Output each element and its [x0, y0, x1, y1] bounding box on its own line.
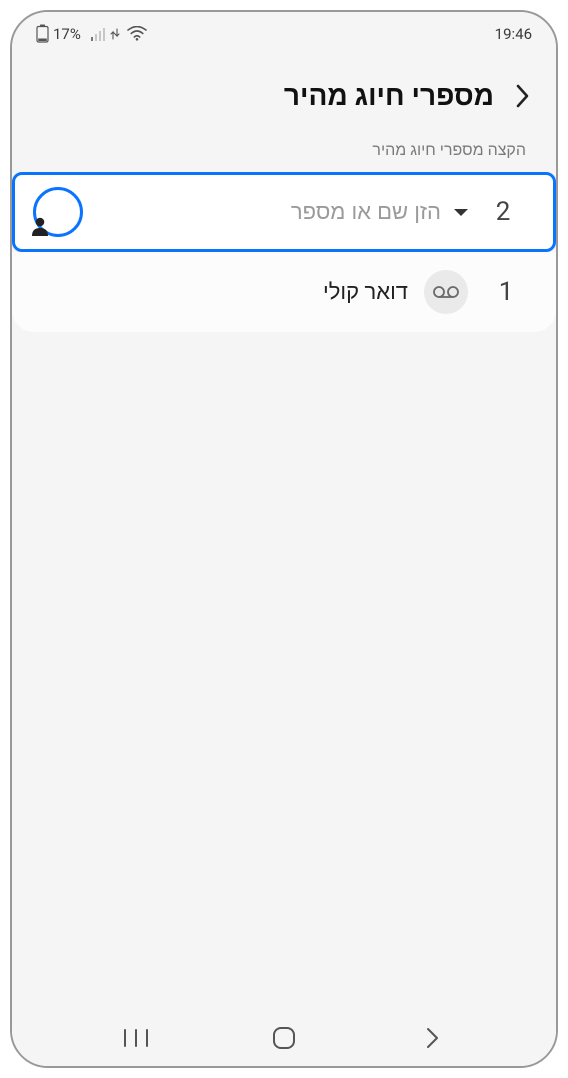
speed-dial-row-1[interactable]: 1 דואר קולי	[12, 252, 556, 332]
contact-picker-button[interactable]	[33, 187, 83, 237]
home-button[interactable]	[254, 1025, 314, 1051]
speed-dial-list: 2 1 דואר קולי	[12, 172, 556, 1066]
page-title: מספרי חיוג מהיר	[284, 79, 494, 112]
recents-button[interactable]	[106, 1028, 166, 1048]
voicemail-label: דואר קולי	[30, 279, 408, 305]
signal-icon	[91, 27, 120, 41]
section-subtitle: הקצה מספרי חיוג מהיר	[12, 130, 556, 172]
wifi-icon	[127, 26, 147, 41]
slot-number: 1	[482, 277, 530, 307]
status-bar: 17% 19:46	[12, 12, 556, 51]
voicemail-icon	[424, 270, 468, 314]
speed-dial-row-2[interactable]: 2	[12, 172, 556, 252]
slot-number: 2	[479, 197, 527, 227]
battery-percent: 17%	[53, 25, 81, 43]
dropdown-icon[interactable]	[453, 203, 469, 222]
person-icon	[30, 216, 50, 240]
header: מספרי חיוג מהיר	[12, 51, 556, 130]
status-left: 17%	[36, 24, 147, 43]
back-icon[interactable]	[514, 82, 530, 110]
battery-icon	[36, 24, 49, 43]
name-or-number-input[interactable]	[83, 199, 441, 225]
nav-back-button[interactable]	[402, 1026, 462, 1050]
clock: 19:46	[495, 25, 532, 43]
